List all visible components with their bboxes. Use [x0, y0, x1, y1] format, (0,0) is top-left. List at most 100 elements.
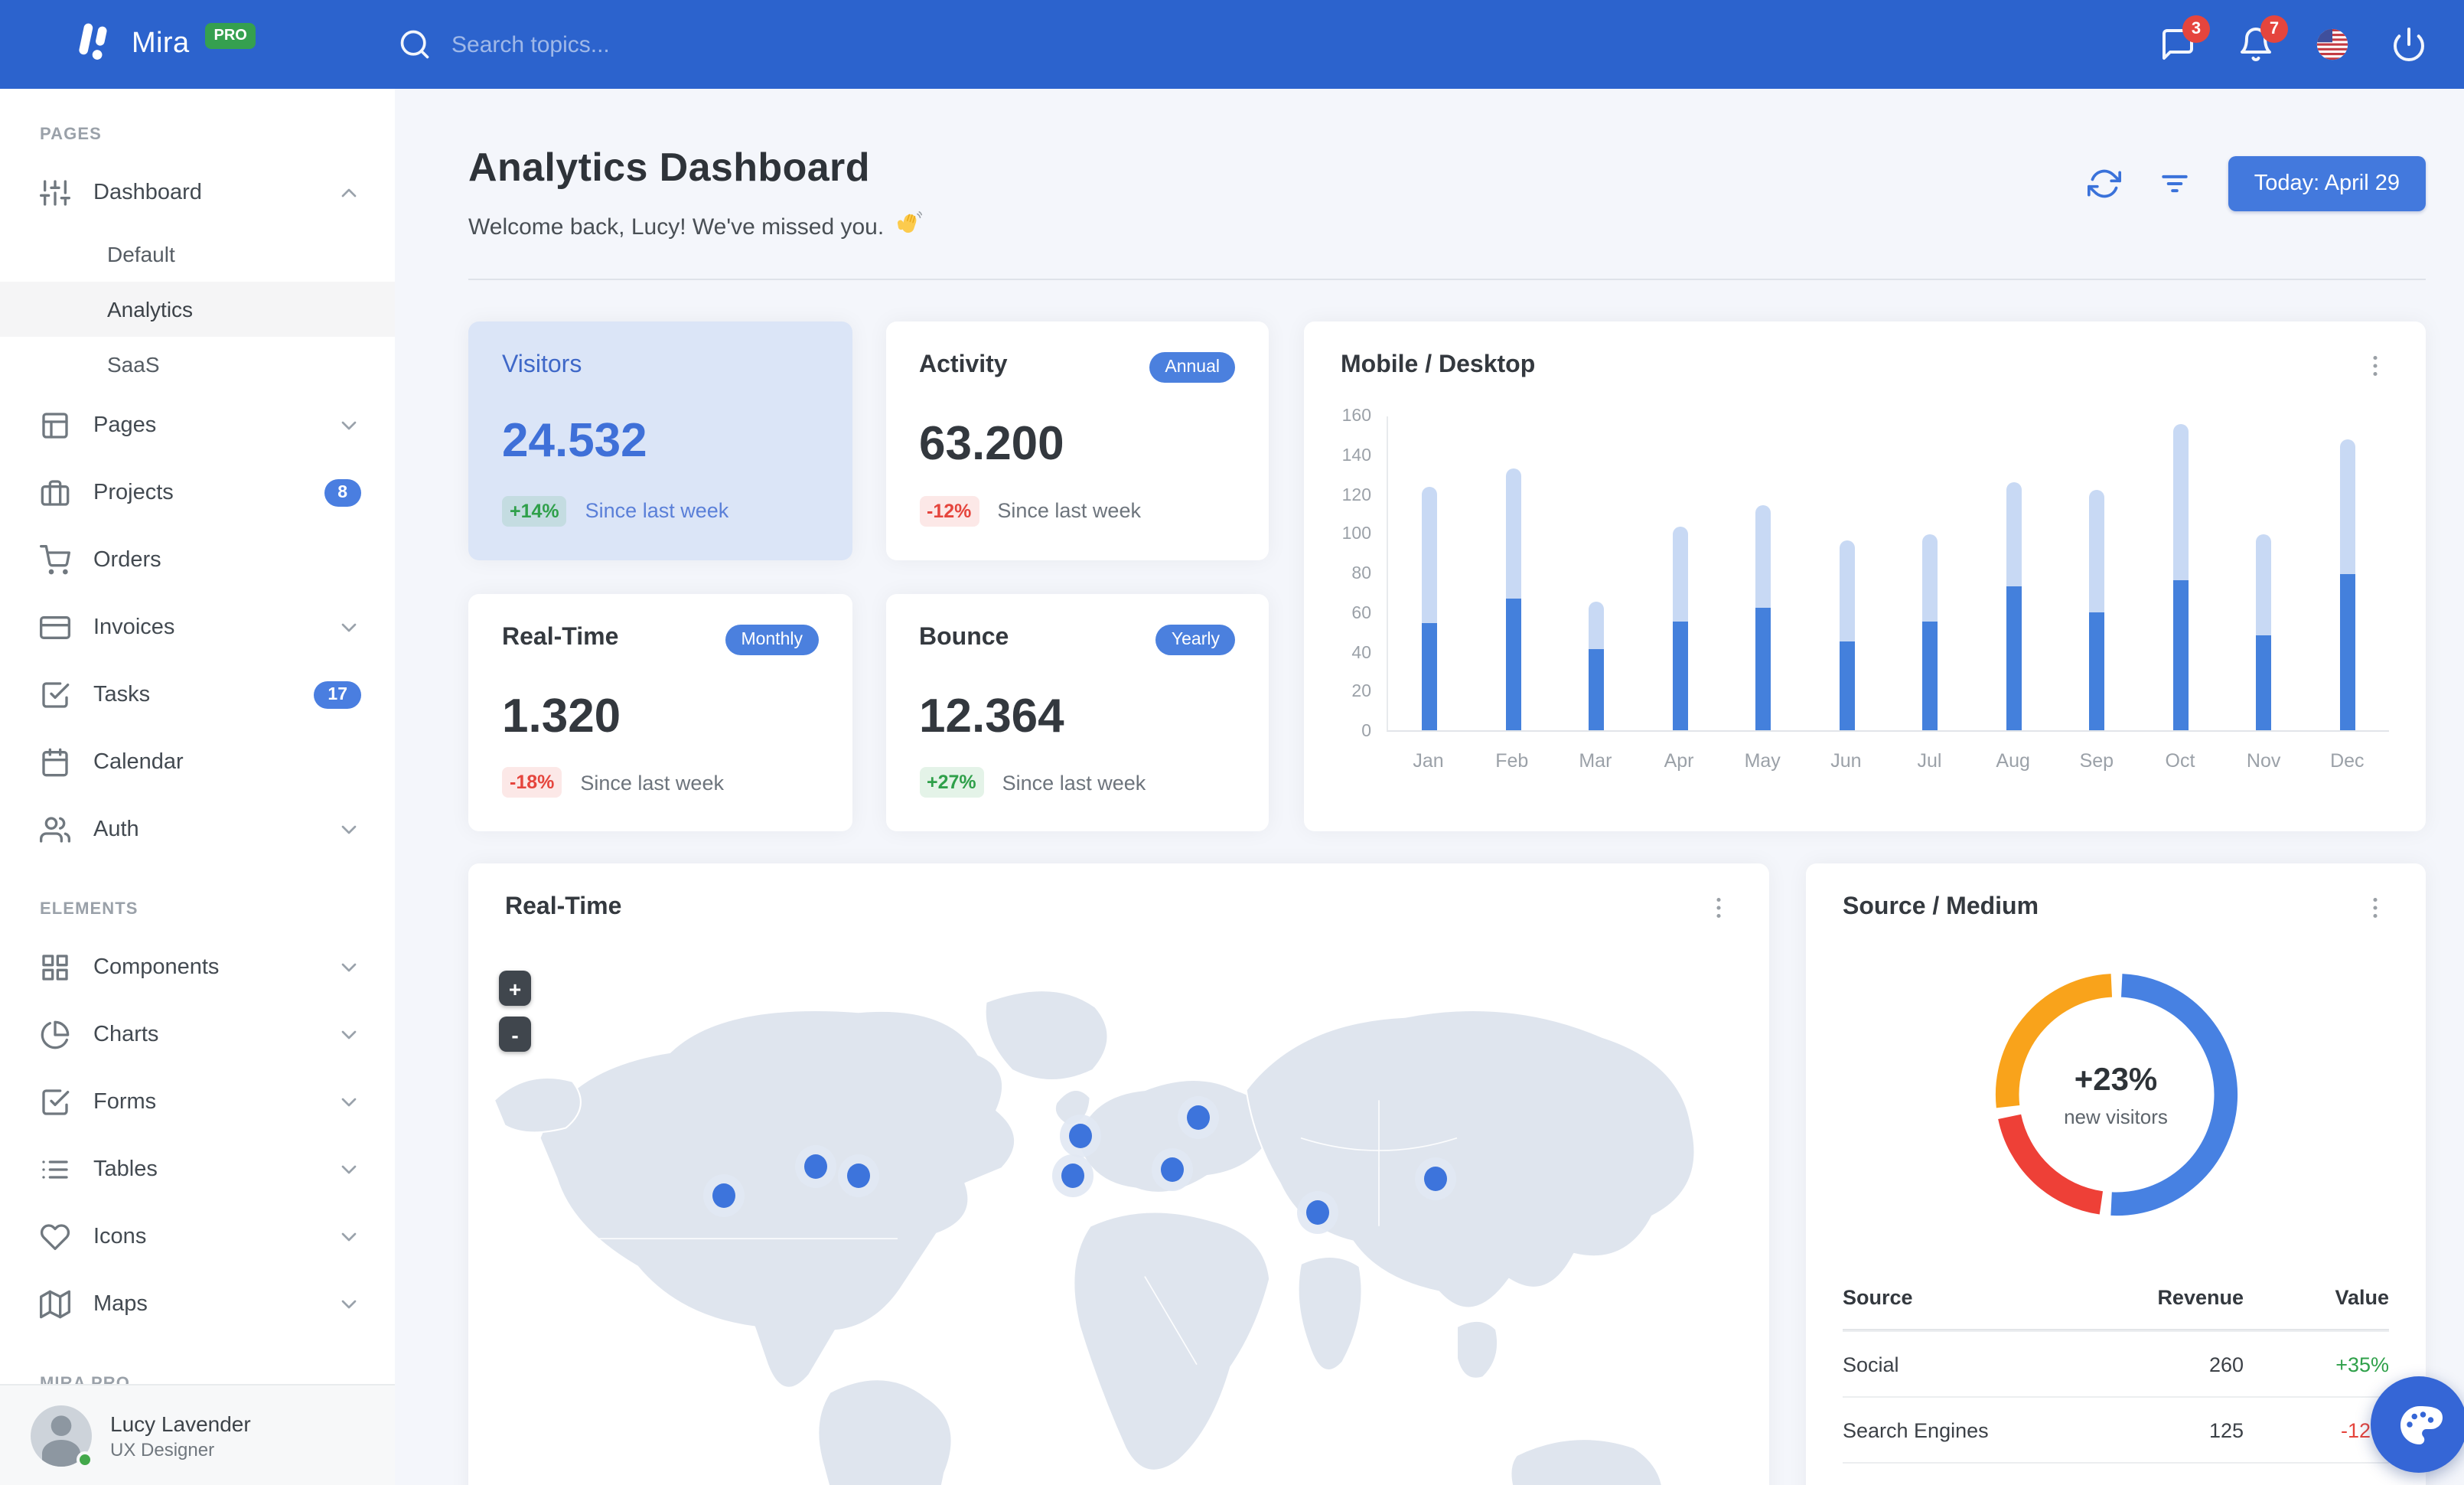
y-tick-label: 140: [1341, 446, 1371, 465]
chevron-down-icon: [337, 413, 361, 438]
x-tick-label: Jan: [1413, 750, 1444, 772]
sidebar-item-maps[interactable]: Maps: [0, 1271, 395, 1338]
y-tick-label: 60: [1351, 604, 1371, 623]
stat-value: 24.532: [502, 413, 647, 467]
x-tick-label: Nov: [2246, 750, 2281, 772]
mobile-segment: [2006, 586, 2022, 730]
chevron-down-icon: [337, 818, 361, 842]
source-medium-card: Source / Medium +23% new visitors Source: [1806, 863, 2426, 1485]
revenue-cell: 125: [2208, 1418, 2244, 1441]
sidebar-item-forms[interactable]: Forms: [0, 1069, 395, 1136]
stat-title: Activity: [919, 352, 1008, 378]
source-cell: Social: [1843, 1353, 1899, 1376]
refresh-icon[interactable]: [2087, 167, 2121, 201]
sliders-icon: [40, 178, 71, 208]
sidebar-item-invoices[interactable]: Invoices: [0, 594, 395, 661]
user-name: Lucy Lavender: [110, 1411, 251, 1435]
shopping-cart-icon: [40, 545, 71, 576]
sidebar-item-label: Tables: [93, 1157, 158, 1182]
desktop-segment: [1505, 468, 1521, 599]
brand-name: Mira: [132, 28, 190, 60]
sidebar-item-label: Maps: [93, 1292, 148, 1317]
desktop-segment: [2256, 534, 2272, 635]
bar-jun: [1805, 416, 1889, 730]
stat-period-badge: Monthly: [725, 624, 818, 654]
nav-section-label-pages: PAGES: [40, 126, 102, 144]
visitor-map-marker: [1306, 1200, 1330, 1226]
desktop-segment: [1922, 534, 1938, 622]
desktop-segment: [1589, 602, 1605, 649]
stat-note: Since last week: [1002, 771, 1146, 794]
sidebar-subitem-saas[interactable]: SaaS: [0, 337, 395, 392]
sidebar-item-orders[interactable]: Orders: [0, 527, 395, 594]
y-tick-label: 20: [1351, 683, 1371, 702]
sidebar-item-pages[interactable]: Pages: [0, 392, 395, 459]
search-input[interactable]: [451, 31, 941, 57]
sidebar-item-charts[interactable]: Charts: [0, 1001, 395, 1069]
sidebar-item-tables[interactable]: Tables: [0, 1136, 395, 1203]
brand[interactable]: Mira PRO: [70, 18, 398, 71]
chevron-down-icon: [337, 1292, 361, 1317]
stat-note: Since last week: [580, 771, 724, 794]
map-menu-kebab-icon[interactable]: [1705, 894, 1732, 922]
stat-value: 63.200: [919, 416, 1064, 470]
sidebar-subitem-analytics[interactable]: Analytics: [0, 282, 395, 337]
power-icon[interactable]: [2391, 26, 2427, 63]
visitor-map-marker: [712, 1183, 735, 1208]
bar-mar: [1555, 416, 1638, 730]
grid-icon: [40, 952, 70, 983]
pro-badge: PRO: [204, 22, 256, 48]
x-tick-label: Feb: [1495, 750, 1529, 772]
mobile-segment: [2172, 580, 2189, 730]
sidebar-item-label: Invoices: [93, 615, 175, 640]
sidebar-user[interactable]: Lucy Lavender UX Designer: [0, 1384, 395, 1485]
sidebar-item-auth[interactable]: Auth: [0, 796, 395, 863]
stat-delta-chip: +14%: [502, 495, 567, 526]
filter-icon[interactable]: [2158, 167, 2192, 201]
notifications-bell-icon[interactable]: 7: [2237, 15, 2288, 63]
map-zoom-in-button[interactable]: +: [499, 971, 531, 1006]
sidebar-item-icons[interactable]: Icons: [0, 1203, 395, 1271]
mobile-segment: [2339, 574, 2355, 730]
sidebar-subitem-default[interactable]: Default: [0, 227, 395, 282]
visitor-map-marker: [1186, 1105, 1210, 1131]
desktop-segment: [1422, 487, 1438, 623]
mobile-segment: [1589, 649, 1605, 730]
sidebar-item-projects[interactable]: Projects 8: [0, 459, 395, 527]
source-menu-kebab-icon[interactable]: [2361, 894, 2389, 922]
sidebar-item-label: Pages: [93, 413, 157, 438]
mobile-segment: [1839, 641, 1855, 730]
bar-oct: [2139, 416, 2222, 730]
nav-section-label-elements: ELEMENTS: [40, 900, 139, 919]
x-tick-label: Dec: [2330, 750, 2365, 772]
messages-icon[interactable]: 3: [2159, 15, 2210, 63]
map-zoom-out-button[interactable]: -: [499, 1017, 531, 1052]
sidebar-item-tasks[interactable]: Tasks 17: [0, 661, 395, 729]
users-icon: [40, 814, 71, 845]
bar-may: [1722, 416, 1805, 730]
sidebar-item-label: Auth: [93, 818, 139, 842]
mobile-segment: [1755, 608, 1771, 730]
visitor-map-marker: [1160, 1157, 1184, 1183]
stat-cards: Visitors 24.532 +14% Since last week Act…: [468, 321, 1269, 831]
desktop-segment: [1755, 505, 1771, 608]
search-icon: [398, 28, 432, 61]
theme-settings-fab[interactable]: [2371, 1376, 2464, 1473]
stat-value: 1.320: [502, 688, 621, 742]
source-cell: Search Engines: [1843, 1418, 1989, 1441]
mobile-segment: [2089, 612, 2105, 730]
sidebar-item-components[interactable]: Components: [0, 934, 395, 1001]
stat-title: Real-Time: [502, 624, 619, 650]
mobile-segment: [1422, 623, 1438, 730]
source-table-row-direct: Direct 164 +46%: [1843, 1462, 2389, 1485]
topbar: Mira PRO 3 7: [0, 0, 2464, 89]
sidebar-item-calendar[interactable]: Calendar: [0, 729, 395, 796]
chart-menu-kebab-icon[interactable]: [2361, 352, 2389, 380]
sidebar-item-dashboard[interactable]: Dashboard: [0, 159, 395, 227]
mobile-segment: [1672, 622, 1688, 730]
bar-chart: 0 20 40 60 80 100 120 140 160 Jan Feb Ma…: [1341, 407, 2389, 772]
y-tick-label: 100: [1341, 525, 1371, 544]
language-flag-icon[interactable]: [2316, 28, 2349, 61]
world-map[interactable]: + -: [468, 949, 1769, 1485]
today-date-button[interactable]: Today: April 29: [2228, 156, 2426, 211]
